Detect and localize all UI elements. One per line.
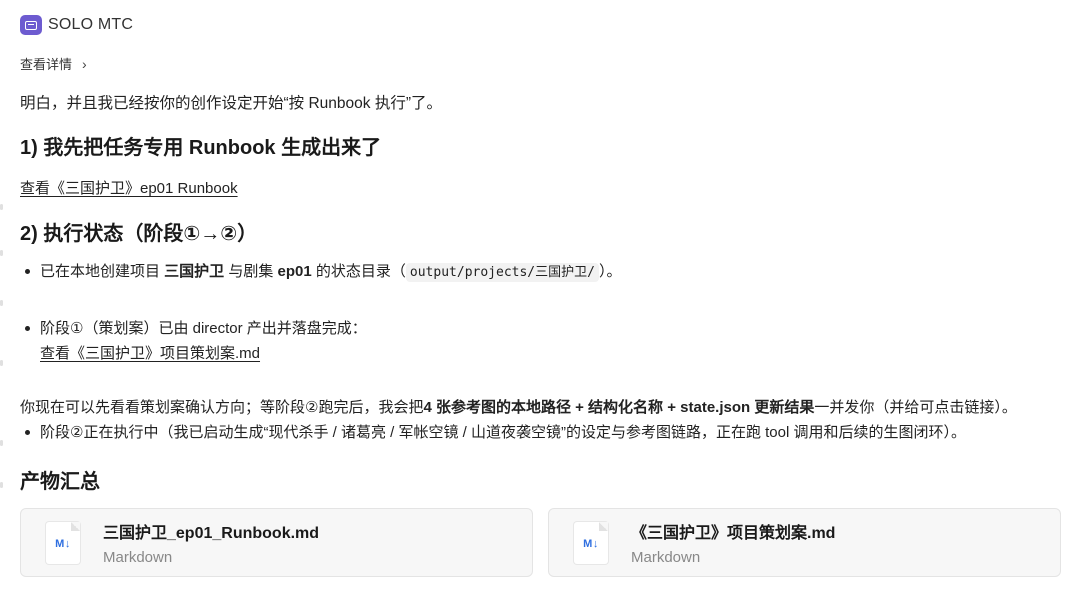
bullet2-text: 阶段①（策划案）已由 director 产出并落盘完成：	[40, 320, 367, 337]
file-name: 《三国护卫》项目策划案.md	[631, 525, 836, 542]
file-card-text: 《三国护卫》项目策划案.md Markdown	[631, 519, 835, 566]
markdown-badge: M↓	[55, 537, 71, 550]
bullet1-post: ）。	[598, 263, 622, 280]
file-card-runbook[interactable]: M↓ 三国护卫_ep01_Runbook.md Markdown	[20, 508, 533, 577]
file-card-text: 三国护卫_ep01_Runbook.md Markdown	[103, 519, 319, 566]
list-item: 阶段②正在执行中（我已启动生成“现代杀手 / 诸葛亮 / 军帐空镜 / 山道夜袭…	[20, 421, 966, 442]
para2-pre: 你现在可以先看看策划案确认方向；等阶段②跑完后，我会把	[20, 399, 424, 416]
section1-heading: 1) 我先把任务专用 Runbook 生成出来了	[20, 137, 382, 159]
section2-heading: 2) 执行状态（阶段①→②）	[20, 223, 258, 245]
view-details-button[interactable]: 查看详情 ›	[20, 54, 87, 73]
next-steps-text: 你现在可以先看看策划案确认方向；等阶段②跑完后，我会把4 张参考图的本地路径 +…	[20, 395, 1065, 420]
terminal-icon	[20, 15, 42, 35]
list-item: 已在本地创建项目 三国护卫 与剧集 ep01 的状态目录（ output/proj…	[20, 260, 966, 282]
app-name: SOLO MTC	[48, 16, 134, 33]
app-header: SOLO MTC	[20, 14, 133, 36]
file-card-plan[interactable]: M↓ 《三国护卫》项目策划案.md Markdown	[548, 508, 1061, 577]
edge-marker	[0, 482, 3, 488]
view-details-label: 查看详情	[20, 57, 73, 72]
list-item: 阶段①（策划案）已由 director 产出并落盘完成： 查看《三国护卫》项目策划…	[20, 317, 966, 363]
markdown-file-icon: M↓	[574, 521, 608, 564]
edge-marker	[0, 300, 3, 306]
file-name: 三国护卫_ep01_Runbook.md	[103, 525, 320, 542]
bullet1-mid2: 的状态目录（	[311, 263, 406, 280]
episode-name: ep01	[277, 263, 312, 280]
bullet1-pre: 已在本地创建项目	[40, 263, 165, 280]
chevron-right-icon: ›	[82, 55, 87, 72]
file-type: Markdown	[631, 549, 701, 566]
bullet3-text: 阶段②正在执行中（我已启动生成“现代杀手 / 诸葛亮 / 军帐空镜 / 山道夜袭…	[40, 424, 966, 441]
runbook-link[interactable]: 查看《三国护卫》ep01 Runbook	[20, 177, 238, 198]
artifacts-heading: 产物汇总	[20, 471, 100, 493]
edge-marker	[0, 250, 3, 256]
intro-text: 明白，并且我已经按你的创作设定开始“按 Runbook 执行”了。	[20, 95, 442, 112]
para2-bold: 4 张参考图的本地路径 + 结构化名称 + state.json 更新结果	[423, 399, 815, 416]
plan-link[interactable]: 查看《三国护卫》项目策划案.md	[40, 342, 966, 363]
path-code: output/projects/三国护卫/	[405, 263, 599, 282]
edge-marker	[0, 360, 3, 366]
bullet1-mid1: 与剧集	[224, 263, 278, 280]
project-name: 三国护卫	[164, 263, 225, 280]
para2-post: 一并发你（并给可点击链接）。	[814, 399, 1017, 416]
edge-marker	[0, 204, 3, 210]
edge-marker	[0, 440, 3, 446]
status-list: 已在本地创建项目 三国护卫 与剧集 ep01 的状态目录（ output/proj…	[20, 260, 966, 441]
markdown-badge: M↓	[583, 537, 599, 550]
file-type: Markdown	[103, 549, 173, 566]
markdown-file-icon: M↓	[46, 521, 80, 564]
